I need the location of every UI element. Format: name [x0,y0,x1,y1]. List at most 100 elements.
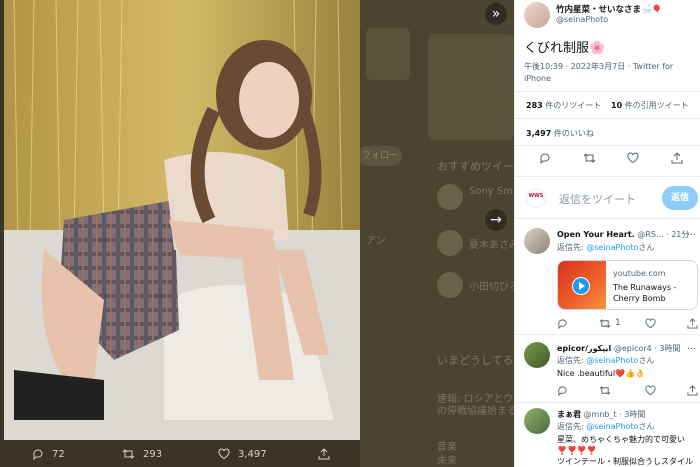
share-icon[interactable] [687,318,698,329]
heart-icon [218,448,230,460]
reply-to: 返信先: @seinaPhotoさん [557,242,654,253]
retweet-stats[interactable]: 283 件のリツイート [526,100,601,111]
divider [515,145,700,146]
reply-avatar[interactable] [524,408,550,434]
share-icon[interactable] [687,385,698,396]
reply-icon[interactable] [539,152,551,164]
play-icon [572,277,590,295]
link-preview-thumbnail [558,261,606,309]
photo-reply-action[interactable]: 72 [32,448,65,460]
photo-retweet-count: 293 [143,448,163,460]
background-recommend-heading: おすすめツイー [437,160,514,173]
photo-reply-count: 72 [52,448,65,460]
reply-time[interactable]: · 21分 [666,230,689,239]
photo-share-action[interactable] [318,448,330,460]
retweet-icon[interactable] [599,318,611,329]
reply-author-handle: @epicor4 [613,344,652,353]
reply-body-line: ❣️❣️❣️❣️ [557,446,597,455]
photo-like-action[interactable]: 3,497 [218,448,267,460]
photo-illustration [4,0,360,440]
reply-submit-button[interactable]: 返信 [662,186,698,210]
like-stats[interactable]: 3,497 件のいいね [526,128,594,139]
reply-time[interactable]: · 3時間 [619,410,645,419]
reply-body-line: ツインテール・制服似合うしスタイル [557,457,693,466]
photo-retweet-action[interactable]: 293 [122,448,162,460]
reply-avatar[interactable] [524,342,550,368]
retweet-label: 件のリツイート [542,101,602,110]
background-avatar [437,272,463,298]
background-avatar [437,184,463,210]
background-suggest-name: Sony Smart [469,186,514,197]
reply-to-suffix: さん [638,356,655,365]
background-trends-heading: いまどうしてる [437,354,514,367]
heart-icon[interactable] [627,152,639,164]
divider [515,176,700,177]
divider [515,91,700,92]
reply-to-mention[interactable]: @seinaPhoto [586,356,638,365]
more-icon[interactable]: … [687,342,696,352]
divider [515,218,700,219]
reply-action-row: 1 [557,318,700,330]
next-image-icon[interactable]: → [485,209,507,231]
reply-time[interactable]: · 3時間 [654,344,680,353]
quote-stats[interactable]: 10 件の引用ツイート [611,100,689,111]
reply-author-name[interactable]: epicor/ایپکور [557,344,611,353]
reply-to-mention[interactable]: @seinaPhoto [586,422,638,431]
reply-icon [33,449,43,460]
like-total: 3,497 [526,129,552,138]
reply-icon[interactable] [557,318,568,329]
author-name[interactable]: 竹内星菜・せいなさま🛁🎈 [556,3,662,15]
background-suggest-name: 小田切ひろ [469,282,514,293]
author-avatar[interactable] [524,2,550,28]
expand-icon[interactable]: » [485,3,507,25]
tweet-text: くびれ制服🌸 [524,41,606,56]
reply-avatar[interactable] [524,228,550,254]
photo-action-bar: 72 293 3,497 [0,440,514,467]
reply-to-suffix: さん [638,422,655,431]
like-label: 件のいいね [551,129,594,138]
photo-like-count: 3,497 [238,448,267,460]
link-preview-card[interactable]: youtube.com The Runaways - Cherry Bomb [557,260,698,310]
tweet-meta: 午後10:39 · 2022年3月7日 · Twitter for iPhone [524,61,694,85]
reply-input[interactable]: 返信をツイート [559,191,636,207]
divider [515,402,700,403]
background-trend: の停戦協議始まる [437,406,514,417]
divider [515,334,700,335]
tweet-timestamp[interactable]: 午後10:39 · 2022年3月7日 · [524,62,633,71]
reply-to-prefix: 返信先: [557,356,587,365]
reply-to: 返信先: @seinaPhotoさん [557,355,654,366]
author-handle[interactable]: @seinaPhoto [556,15,608,24]
reply-header: epicor/ایپکور @epicor4 · 3時間 [557,343,680,354]
reply-author-handle: @mnb_t [583,410,617,419]
reply-to-suffix: さん [638,243,655,252]
reply-to-mention[interactable]: @seinaPhoto [586,243,638,252]
background-image-thumb [366,28,410,80]
more-icon[interactable]: … [687,228,696,238]
heart-icon[interactable] [645,385,656,396]
reply-to: 返信先: @seinaPhotoさん [557,421,654,432]
share-icon[interactable] [671,152,683,164]
link-preview-domain: youtube.com [613,269,666,278]
reply-author-name[interactable]: Open Your Heart. [557,230,635,239]
quote-label: 件の引用ツイート [622,101,689,110]
reply-to-prefix: 返信先: [557,243,587,252]
retweet-icon[interactable] [599,385,611,396]
retweet-total: 283 [526,101,543,110]
reply-author-name[interactable]: まぁ君 [557,410,581,419]
composer-avatar: WWS [526,188,546,208]
retweet-icon[interactable] [583,152,596,164]
background-suggest-name: 夏木あさみ [469,240,514,251]
tweet-detail-panel: 竹内星菜・せいなさま🛁🎈 @seinaPhoto くびれ制服🌸 午後10:39 … [514,0,700,467]
background-trend: アン [366,236,386,247]
background-follow-button: フォロー [358,146,402,166]
reply-retweet-count: 1 [615,318,621,328]
reply-to-prefix: 返信先: [557,422,587,431]
retweet-icon [122,449,135,459]
divider [515,118,700,119]
background-avatar [437,230,463,256]
reply-header: まぁ君 @mnb_t · 3時間 [557,409,645,420]
quote-total: 10 [611,101,623,110]
heart-icon[interactable] [645,318,656,329]
reply-icon[interactable] [557,385,568,396]
tweet-photo[interactable] [4,0,360,440]
